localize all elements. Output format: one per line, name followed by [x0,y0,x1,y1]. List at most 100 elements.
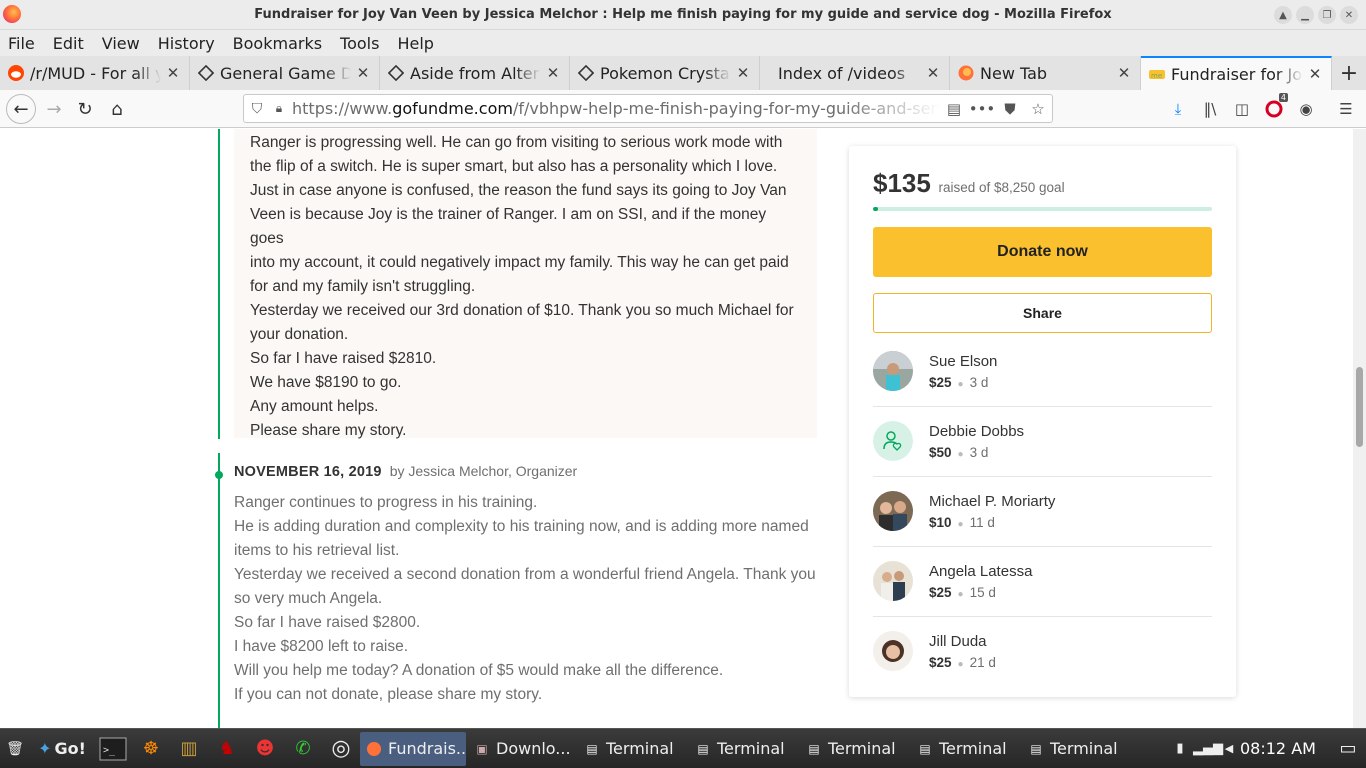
svg-text:>_: >_ [103,745,116,756]
task-terminal[interactable]: ▤ Terminal [689,732,798,766]
tab-aside-alter[interactable]: Aside from Alter aeon ✕ [380,56,570,90]
bookmark-star-icon[interactable]: ☆ [1024,100,1052,118]
task-terminal[interactable]: ▤ Terminal [911,732,1020,766]
phone-icon[interactable]: ✆ [286,732,320,766]
close-icon[interactable]: ✕ [925,64,941,82]
update-line: items to his retrieval list. [234,542,400,559]
url-prefix: https://www. [292,99,393,118]
donor-item: Debbie Dobbs $50 ● 3 d [873,407,1212,477]
tab-index-videos[interactable]: Index of /videos ✕ [760,56,950,90]
devil-app-icon[interactable]: ☻ [248,732,282,766]
notification-badge: 4 [1278,93,1288,102]
menu-help[interactable]: Help [397,34,433,53]
diamond-icon [198,65,214,81]
share-button[interactable]: Share [873,293,1212,333]
close-icon[interactable]: ✕ [735,64,751,82]
donor-name: Jill Duda [929,633,987,650]
tracking-shield-icon[interactable]: ⛉ [244,101,270,117]
page-actions-icon[interactable]: ••• [968,100,996,118]
menu-bookmarks[interactable]: Bookmarks [233,34,322,53]
menu-file[interactable]: File [8,34,35,53]
donor-item: Sue Elson $25 ● 3 d [873,337,1212,407]
menu-view[interactable]: View [102,34,140,53]
avatar [873,491,913,531]
url-bar[interactable]: ⛉ 🔒︎ https://www.gofundme.com/f/vbhpw-he… [243,94,1053,123]
donor-time: 11 d [969,515,995,530]
sidebar-icon[interactable]: ◫ [1230,97,1254,121]
terminal-launcher-icon[interactable]: >_ [96,732,130,766]
tab-reddit-mud[interactable]: /r/MUD - For all your MUD needs ✕ [0,56,190,90]
task-firefox[interactable]: Fundrais... [360,731,466,766]
close-button[interactable]: ✕ [1340,6,1358,24]
page-scrollbar[interactable] [1353,129,1366,728]
minimize-button[interactable]: ▁ [1296,6,1314,24]
diamond-icon [388,65,404,81]
close-icon[interactable]: ✕ [1116,64,1132,82]
timeline-line [218,129,220,728]
app-launcher-icon[interactable]: ☸ [134,732,168,766]
reader-view-icon[interactable]: ▤ [940,100,968,118]
update-body: Ranger continues to progress in his trai… [234,491,817,707]
extension-icon[interactable]: 4 [1262,93,1288,121]
new-tab-button[interactable]: + [1332,56,1366,90]
downloads-icon[interactable]: ⤓ [1166,97,1190,121]
close-icon[interactable]: ✕ [165,64,181,82]
maximize-button[interactable]: ❐ [1318,6,1336,24]
hamburger-menu-icon[interactable]: ☰ [1334,97,1358,121]
update-line: Veen is because Joy is the trainer of Ra… [250,206,767,247]
donor-amount: $25 [929,655,952,670]
game-launcher-icon[interactable]: ♞ [210,732,244,766]
home-button[interactable]: ⌂ [103,95,131,123]
forward-button[interactable]: → [40,95,68,123]
obs-icon[interactable]: ◎ [324,732,358,766]
back-button[interactable]: ← [6,94,36,124]
tab-label: Fundraiser for Joy Van Veen [1171,64,1303,84]
donate-now-button[interactable]: Donate now [873,227,1212,277]
show-desktop-icon[interactable]: ▭ [1330,732,1366,766]
tray-expand-icon[interactable]: ◀ [1220,732,1238,766]
separator-dot: ● [957,659,964,670]
progress-fill [873,207,879,211]
start-menu-button[interactable]: ✦ Go! [32,732,92,766]
donor-name: Sue Elson [929,353,998,370]
reload-button[interactable]: ↻ [71,95,99,123]
file-cabinet-icon[interactable]: ▥ [172,732,206,766]
scrollbar-thumb[interactable] [1356,367,1363,447]
donor-time: 3 d [969,375,989,390]
update-author: by Jessica Melchor, Organizer [389,463,578,479]
tab-label: /r/MUD - For all your MUD needs [30,63,161,83]
tab-fundraiser[interactable]: me Fundraiser for Joy Van Veen ✕ [1141,56,1332,90]
tab-new-tab[interactable]: New Tab ✕ [950,56,1141,90]
lock-icon[interactable]: 🔒︎ [270,101,288,116]
tab-general-game[interactable]: General Game Discussion ✕ [190,56,380,90]
tab-label: General Game Discussion [220,63,351,83]
timeline-gap [218,439,220,453]
tab-pokemon-crystal[interactable]: Pokemon Crystal audio game ✕ [570,56,760,90]
task-terminal[interactable]: ▤ Terminal [578,732,687,766]
task-terminal[interactable]: ▤ Terminal [800,732,909,766]
close-icon[interactable]: ✕ [1307,65,1323,83]
task-terminal[interactable]: ▤ Terminal [1022,732,1131,766]
reddit-icon [8,65,24,81]
tab-label: New Tab [980,63,1048,83]
task-label: Terminal [828,739,896,758]
menu-tools[interactable]: Tools [340,34,379,53]
menu-history[interactable]: History [158,34,215,53]
clock[interactable]: 08:12 AM [1240,739,1316,758]
pocket-icon[interactable]: ⛊ [996,100,1024,118]
folder-icon: ▣ [476,741,488,756]
task-downloads[interactable]: ▣ Downlo... [468,732,576,766]
menu-edit[interactable]: Edit [53,34,84,53]
url-text[interactable]: https://www.gofundme.com/f/vbhpw-help-me… [288,99,940,118]
close-icon[interactable]: ✕ [355,64,371,82]
battery-icon[interactable]: ▮ [1170,732,1190,766]
account-icon[interactable]: ◉ [1294,97,1318,121]
donor-name: Debbie Dobbs [929,423,1025,440]
network-signal-icon[interactable]: ▂▄▆ [1193,732,1223,766]
separator-dot: ● [957,589,964,600]
trash-icon[interactable]: 🗑︎ [2,732,28,766]
svg-text:me: me [1151,72,1162,80]
window-up-icon[interactable]: ▲ [1274,6,1292,24]
close-icon[interactable]: ✕ [545,64,561,82]
library-icon[interactable]: ‖\ [1198,97,1222,121]
